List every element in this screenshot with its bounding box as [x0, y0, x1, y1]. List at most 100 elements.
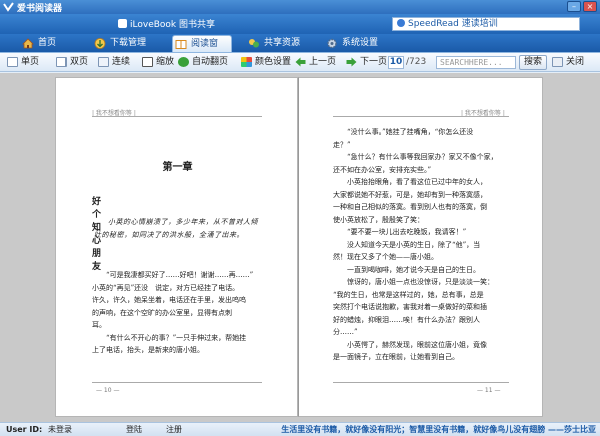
register-link[interactable]: 注册: [166, 423, 182, 436]
tab-download[interactable]: 下载管理: [92, 35, 162, 52]
continuous-icon: [98, 57, 109, 67]
tab-share[interactable]: 共享资源: [246, 35, 316, 52]
book-icon: [175, 40, 187, 49]
settings-icon: [327, 38, 337, 49]
autoflip-button[interactable]: 自动翻页: [177, 55, 228, 69]
prev-page-label: 上一页: [309, 57, 337, 67]
text-line: 耳。: [92, 321, 106, 329]
text-line: 好的蜡烛，抑眼泪……唉！有什么办法？跟别人: [333, 315, 480, 324]
close-window-icon[interactable]: ×: [583, 1, 597, 12]
minimize-icon[interactable]: –: [567, 1, 581, 12]
speedread-icon: [397, 19, 405, 27]
download-icon: [94, 38, 106, 49]
single-page-button[interactable]: 单页: [6, 55, 39, 69]
arrow-right-icon: [346, 57, 357, 67]
text-line: 没人知道今天是小英的生日，除了“他”，当: [347, 240, 481, 249]
double-page-label: 双页: [70, 57, 89, 67]
ilovebook-label: iLoveBook 图书共享: [130, 20, 215, 30]
text-line: 使小英放松了，殷殷笑了笑：: [333, 215, 424, 224]
prev-page-button[interactable]: 上一页: [294, 55, 336, 69]
text-line: 小英愕了，赫然发现，眼前这位唐小姐，竟像: [347, 340, 487, 349]
text-line: “急什么？有什么事等我回家办？家又不像个家，: [347, 153, 498, 161]
zoom-icon: [142, 57, 153, 67]
color-settings-label: 颜色设置: [255, 57, 292, 67]
tab-reader[interactable]: 阅读窗: [172, 35, 232, 52]
footer-rule: [92, 382, 262, 383]
reading-area[interactable]: | 我不想看你等 | 第一章 好个知心朋友 小英的心情崩溃了，多少年来，从不曾对…: [0, 73, 600, 422]
text-line: 走？”: [333, 140, 351, 149]
tab-settings[interactable]: 系统设置: [324, 35, 394, 52]
text-line: 大家都说她不好惹，可是，她却有到一种落寞感，: [333, 190, 487, 199]
text-line: “有什么不开心的事？”一只手伸过来，帮她挂: [106, 333, 247, 342]
page-number: — 10 —: [96, 387, 120, 394]
status-bar: User ID: 未登录 登陆 注册 生活里没有书籍，就好像没有阳光；智慧里没有…: [0, 422, 600, 436]
share-icon: [249, 39, 259, 48]
window-title: 爱书阅读器: [17, 4, 63, 14]
text-line: 然！现在又多了个她——唐小姐。: [333, 253, 438, 261]
text-line: 小英的“再见”还没 说定，对方已经挂了电话。: [92, 283, 240, 292]
search-input[interactable]: SEARCHHERE...: [436, 56, 516, 69]
header-rule: [92, 116, 262, 117]
text-line: “可是我凄都买好了……好吧！谢谢……再……”: [106, 271, 254, 279]
continuous-label: 连续: [112, 57, 131, 67]
speedread-link[interactable]: SpeedRead 速读培训: [392, 17, 580, 31]
footer-rule: [333, 382, 509, 383]
tab-settings-label: 系统设置: [342, 38, 379, 48]
text-line: 分……”: [333, 328, 358, 336]
close-doc-icon: [552, 57, 563, 67]
zoom-button[interactable]: 缩放: [141, 55, 174, 69]
text-line: 上了电话，抬头，是新来的唐小姐。: [92, 346, 204, 354]
page-number: — 11 —: [477, 387, 501, 394]
tab-download-label: 下载管理: [110, 38, 147, 48]
text-line: 许久，许久，她呆坐着，电话还在手里，发出呜呜: [92, 296, 246, 304]
single-page-icon: [7, 57, 18, 67]
left-page[interactable]: | 我不想看你等 | 第一章 好个知心朋友 小英的心情崩溃了，多少年来，从不曾对…: [55, 77, 298, 417]
home-icon: [22, 38, 34, 49]
text-line: 突然打个电话说抱歉，害我对着一桌做好的菜和插: [333, 303, 487, 311]
tab-reader-label: 阅读窗: [191, 39, 219, 49]
continuous-button[interactable]: 连续: [97, 55, 130, 69]
right-page[interactable]: | 我不想看你等 | “没什么事。”她挂了挂嘴角，“你怎么还没 走？” “急什么…: [298, 77, 543, 417]
speedread-label: SpeedRead 速读培训: [408, 19, 498, 29]
userid-value: 未登录: [48, 425, 72, 434]
page-total: /723: [406, 57, 427, 67]
main-tabs: 首页 下载管理 阅读窗 共享资源 系统设置: [0, 34, 600, 53]
double-page-icon: [56, 57, 67, 67]
header-rule: [333, 116, 509, 117]
login-link[interactable]: 登陆: [126, 423, 142, 436]
poem-line: 吐的秘密，如同决了的洪水般，全涌了出来。: [94, 230, 244, 239]
next-page-label: 下一页: [360, 57, 388, 67]
app-logo-icon: [3, 2, 14, 12]
arrow-left-icon: [295, 57, 306, 67]
text-line: 是一面镜子，立在眼前，让她看到自己。: [333, 353, 459, 361]
body-text: “没什么事。”她挂了挂嘴角，“你怎么还没 走？” “急什么？有什么事等我回家办？…: [333, 126, 498, 364]
poem-block: 小英的心情崩溃了，多少年来，从不曾对人倾 吐的秘密，如同决了的洪水般，全涌了出来…: [94, 216, 258, 241]
zoom-label: 缩放: [156, 57, 175, 67]
single-page-label: 单页: [21, 57, 40, 67]
color-palette-icon: [241, 57, 252, 67]
userid-label: User ID:: [6, 425, 43, 434]
ilovebook-link[interactable]: iLoveBook 图书共享: [118, 17, 215, 30]
text-line: “没什么事。”她挂了挂嘴角，“你怎么还没: [347, 128, 474, 136]
autoflip-icon: [178, 57, 189, 67]
poem-line: 小英的心情崩溃了，多少年来，从不曾对人倾: [108, 218, 258, 226]
search-button[interactable]: 搜索: [519, 55, 547, 70]
text-line: 的声响，在这个空旷的办公室里，显得有点刺: [92, 308, 232, 317]
text-line: 一直到喝咖啡，她才说今天是自己的生日。: [347, 265, 480, 274]
tab-home[interactable]: 首页: [20, 35, 82, 52]
text-line: 惊讶的，唐小姐一点也没惊讶，只是淡淡一笑：: [347, 278, 494, 286]
title-bar: 爱书阅读器 – ×: [0, 0, 600, 14]
next-page-button[interactable]: 下一页: [345, 55, 387, 69]
close-reader-label: 关闭: [566, 57, 585, 67]
tab-share-label: 共享资源: [264, 38, 301, 48]
color-settings-button[interactable]: 颜色设置: [240, 55, 291, 69]
body-text: “可是我凄都买好了……好吧！谢谢……再……” 小英的“再见”还没 说定，对方已经…: [92, 269, 253, 357]
chapter-title: 第一章: [162, 162, 193, 173]
toolbar: 单页 双页 连续 缩放 自动翻页 颜色设置 上一页 下一页 10 /723 SE…: [0, 53, 600, 72]
double-page-button[interactable]: 双页: [55, 55, 88, 69]
text-line: “我的生日，也常是这样过的，她，总有事，总是: [333, 290, 484, 299]
close-reader-button[interactable]: 关闭: [551, 55, 584, 69]
tab-home-label: 首页: [38, 38, 57, 48]
text-line: 一种和自己相似的落寞。看到别人也有的落寞，倒: [333, 203, 487, 211]
page-number-input[interactable]: 10: [388, 56, 404, 69]
